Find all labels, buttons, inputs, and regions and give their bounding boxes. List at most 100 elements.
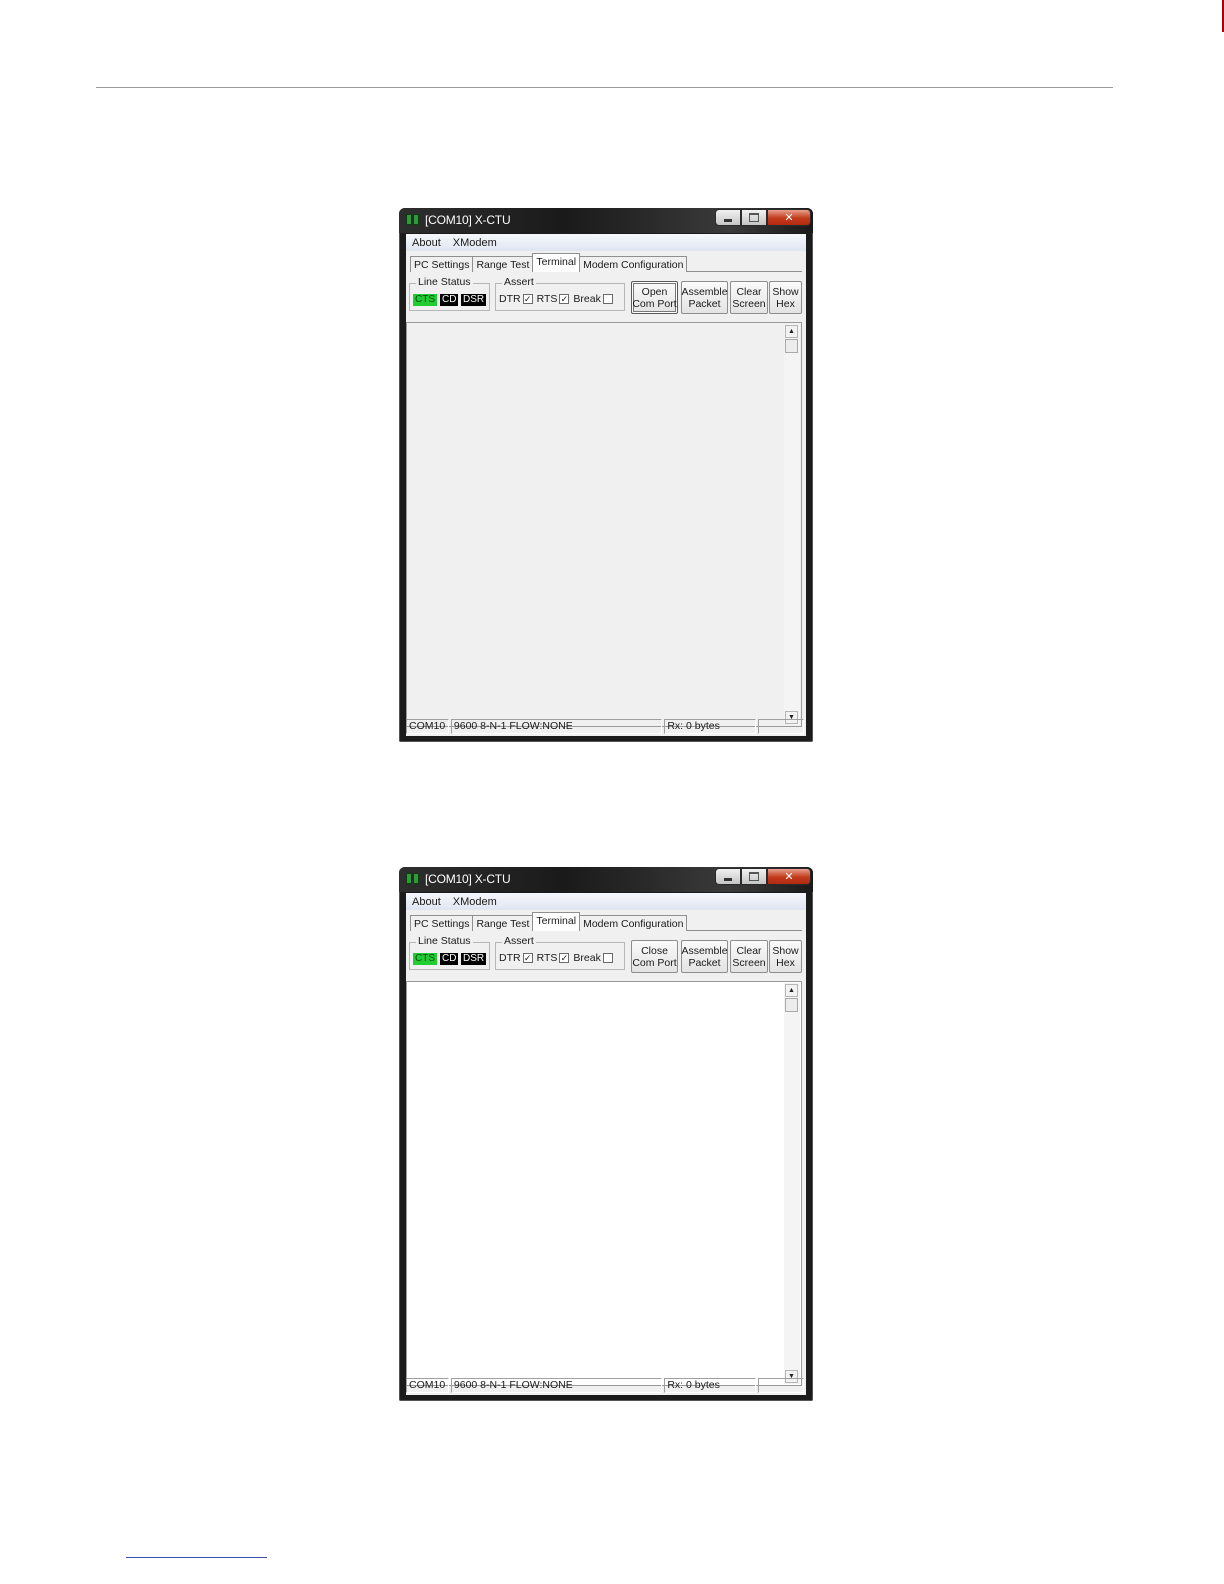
dtr-label: DTR bbox=[499, 952, 521, 964]
menu-xmodem[interactable]: XModem bbox=[447, 896, 503, 908]
assert-label: Assert bbox=[502, 276, 536, 288]
terminal-scrollbar[interactable]: ▲ ▼ bbox=[784, 983, 800, 1384]
status-extra bbox=[758, 719, 804, 734]
client-area: About XModem PC Settings Range Test Term… bbox=[406, 893, 806, 1395]
status-rx: Rx: 0 bytes bbox=[664, 719, 757, 734]
status-bar: COM10 9600 8-N-1 FLOW:NONE Rx: 0 bytes bbox=[406, 1378, 806, 1395]
title-bar[interactable]: [COM10] X-CTU ✕ bbox=[399, 867, 813, 892]
menu-bar: About XModem bbox=[406, 893, 806, 910]
scroll-up-icon[interactable]: ▲ bbox=[785, 325, 798, 338]
assemble-packet-line1: Assemble bbox=[681, 285, 728, 298]
footer-link-underline[interactable] bbox=[126, 1557, 267, 1558]
assemble-packet-line1: Assemble bbox=[681, 944, 728, 957]
dtr-checkbox[interactable]: ✓ bbox=[522, 953, 533, 963]
assert-checkboxes: DTR ✓ RTS ✓ Break bbox=[499, 952, 617, 964]
line-status-label: Line Status bbox=[416, 935, 473, 947]
status-bar: COM10 9600 8-N-1 FLOW:NONE Rx: 0 bytes bbox=[406, 719, 806, 736]
terminal-scrollbar[interactable]: ▲ ▼ bbox=[784, 324, 800, 725]
assert-group: Assert DTR ✓ RTS ✓ Break bbox=[495, 276, 625, 311]
clear-screen-button[interactable]: Clear Screen bbox=[730, 940, 768, 973]
menu-bar: About XModem bbox=[406, 234, 806, 251]
clear-screen-line1: Clear bbox=[736, 944, 762, 957]
tab-pc-settings[interactable]: PC Settings bbox=[410, 915, 474, 931]
assert-checkboxes: DTR ✓ RTS ✓ Break bbox=[499, 293, 617, 305]
status-port: COM10 bbox=[406, 1378, 449, 1393]
window-controls: ✕ bbox=[715, 868, 811, 885]
cts-indicator: CTS bbox=[413, 294, 437, 306]
show-hex-button[interactable]: Show Hex bbox=[769, 281, 802, 314]
assemble-packet-line2: Packet bbox=[688, 956, 721, 969]
tab-modem-configuration[interactable]: Modem Configuration bbox=[579, 915, 688, 931]
clear-screen-line2: Screen bbox=[732, 956, 766, 969]
window-controls: ✕ bbox=[715, 209, 811, 226]
status-rx: Rx: 0 bytes bbox=[664, 1378, 757, 1393]
show-hex-line2: Hex bbox=[776, 297, 795, 310]
assemble-packet-button[interactable]: Assemble Packet bbox=[681, 940, 728, 973]
close-button[interactable]: ✕ bbox=[767, 209, 811, 226]
break-label: Break bbox=[573, 952, 601, 964]
tab-range-test[interactable]: Range Test bbox=[472, 915, 534, 931]
maximize-button[interactable] bbox=[741, 209, 767, 226]
status-port: COM10 bbox=[406, 719, 449, 734]
tab-pc-settings[interactable]: PC Settings bbox=[410, 256, 474, 272]
minimize-icon bbox=[724, 877, 732, 881]
dtr-checkbox[interactable]: ✓ bbox=[522, 294, 533, 304]
assemble-packet-button[interactable]: Assemble Packet bbox=[681, 281, 728, 314]
terminal-area[interactable]: ▲ ▼ bbox=[406, 981, 802, 1386]
minimize-icon bbox=[724, 218, 732, 222]
dsr-indicator: DSR bbox=[461, 953, 487, 965]
maximize-icon bbox=[749, 872, 759, 881]
break-checkbox[interactable] bbox=[602, 294, 613, 304]
client-area: About XModem PC Settings Range Test Term… bbox=[406, 234, 806, 736]
status-extra bbox=[758, 1378, 804, 1393]
tab-strip: PC Settings Range Test Terminal Modem Co… bbox=[410, 253, 688, 272]
show-hex-line1: Show bbox=[772, 944, 799, 957]
tab-strip: PC Settings Range Test Terminal Modem Co… bbox=[410, 912, 688, 931]
title-bar[interactable]: [COM10] X-CTU ✕ bbox=[399, 208, 813, 233]
close-com-port-button[interactable]: Close Com Port bbox=[631, 940, 678, 973]
tab-modem-configuration[interactable]: Modem Configuration bbox=[579, 256, 688, 272]
rts-checkbox[interactable]: ✓ bbox=[559, 294, 570, 304]
scroll-thumb[interactable] bbox=[785, 998, 798, 1012]
show-hex-button[interactable]: Show Hex bbox=[769, 940, 802, 973]
scroll-thumb[interactable] bbox=[785, 339, 798, 353]
menu-about[interactable]: About bbox=[406, 896, 447, 908]
break-checkbox[interactable] bbox=[602, 953, 613, 963]
clear-screen-button[interactable]: Clear Screen bbox=[730, 281, 768, 314]
window-title: [COM10] X-CTU bbox=[425, 872, 511, 886]
close-com-port-line1: Close bbox=[641, 944, 668, 957]
line-status-label: Line Status bbox=[416, 276, 473, 288]
menu-about[interactable]: About bbox=[406, 237, 447, 249]
rts-checkbox[interactable]: ✓ bbox=[559, 953, 570, 963]
minimize-button[interactable] bbox=[715, 868, 741, 885]
maximize-button[interactable] bbox=[741, 868, 767, 885]
app-icon bbox=[406, 873, 420, 884]
clear-screen-line2: Screen bbox=[732, 297, 766, 310]
show-hex-line1: Show bbox=[772, 285, 799, 298]
menu-xmodem[interactable]: XModem bbox=[447, 237, 503, 249]
clear-screen-line1: Clear bbox=[736, 285, 762, 298]
maximize-icon bbox=[749, 213, 759, 222]
close-com-port-line2: Com Port bbox=[632, 956, 677, 969]
scroll-up-icon[interactable]: ▲ bbox=[785, 984, 798, 997]
dsr-indicator: DSR bbox=[461, 294, 487, 306]
open-com-port-button[interactable]: Open Com Port bbox=[631, 281, 678, 314]
page-header-rule bbox=[96, 87, 1113, 88]
terminal-area[interactable]: ▲ ▼ bbox=[406, 322, 802, 727]
line-status-group: Line Status CTS CD DSR bbox=[409, 935, 490, 970]
assert-group: Assert DTR ✓ RTS ✓ Break bbox=[495, 935, 625, 970]
app-icon bbox=[406, 214, 420, 225]
cts-indicator: CTS bbox=[413, 953, 437, 965]
cd-indicator: CD bbox=[440, 294, 459, 306]
rts-label: RTS bbox=[536, 293, 558, 305]
close-icon: ✕ bbox=[784, 211, 794, 224]
tab-terminal[interactable]: Terminal bbox=[532, 912, 581, 931]
close-icon: ✕ bbox=[784, 870, 794, 883]
dtr-label: DTR bbox=[499, 293, 521, 305]
show-hex-line2: Hex bbox=[776, 956, 795, 969]
tab-range-test[interactable]: Range Test bbox=[472, 256, 534, 272]
xctu-window-connected: [COM10] X-CTU ✕ About XModem PC Settings… bbox=[399, 867, 813, 1401]
close-button[interactable]: ✕ bbox=[767, 868, 811, 885]
tab-terminal[interactable]: Terminal bbox=[532, 253, 581, 272]
minimize-button[interactable] bbox=[715, 209, 741, 226]
